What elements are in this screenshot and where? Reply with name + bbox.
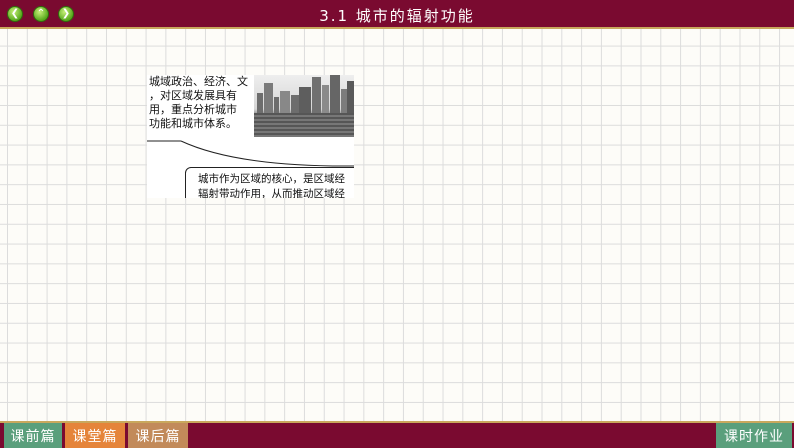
intro-line: 功能和城市体系。	[149, 117, 237, 130]
page-title: 3.1 城市的辐射功能	[319, 7, 475, 25]
intro-line: 城域政治、经济、文	[149, 75, 248, 88]
concept-line: 辐射带动作用，从而推动区域经	[198, 188, 345, 198]
concept-box: 城市作为区域的核心，是区域经 辐射带动作用，从而推动区域经	[185, 167, 354, 198]
intro-text: 城域政治、经济、文 ，对区域发展具有 用，重点分析城市 功能和城市体系。	[149, 75, 251, 135]
homework-button[interactable]: 课时作业	[716, 423, 792, 448]
tab-preclass[interactable]: 课前篇	[4, 423, 62, 448]
intro-line: 用，重点分析城市	[149, 103, 237, 116]
tab-afterclass[interactable]: 课后篇	[128, 423, 188, 448]
footer-bar: 课前篇 课堂篇 课后篇 课时作业	[0, 421, 794, 448]
header-bar: ❮ ⌃ ❯ 3.1 城市的辐射功能	[0, 0, 794, 29]
tab-inclass[interactable]: 课堂篇	[65, 423, 125, 448]
intro-line: ，对区域发展具有	[149, 89, 237, 102]
concept-line: 城市作为区域的核心，是区域经	[198, 173, 345, 185]
city-skyline-photo	[254, 75, 354, 137]
content-image: 城域政治、经济、文 ，对区域发展具有 用，重点分析城市 功能和城市体系。 城市作…	[147, 75, 354, 198]
